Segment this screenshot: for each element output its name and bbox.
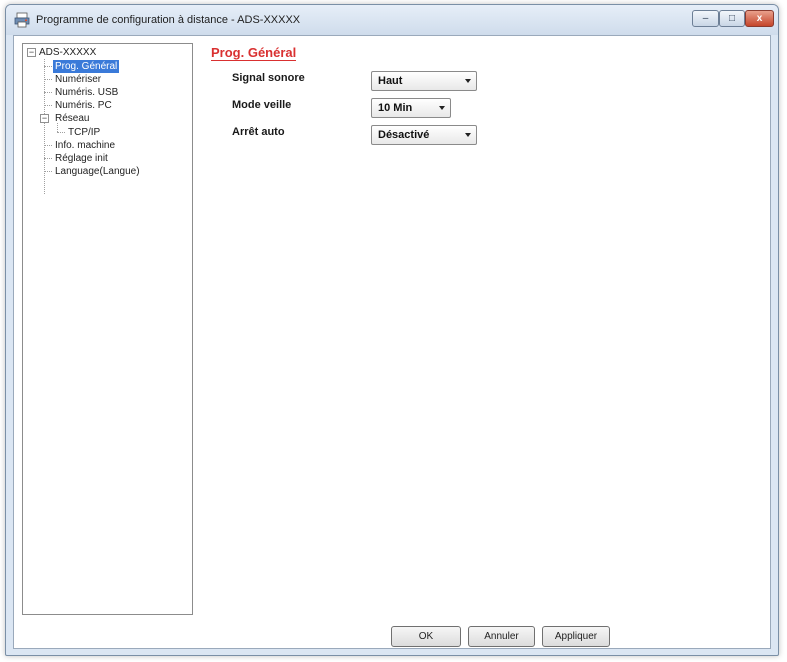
section-title: Prog. Général xyxy=(211,45,297,61)
app-window: Programme de configuration à distance - … xyxy=(5,4,779,656)
tree-item-language[interactable]: Language(Langue) xyxy=(53,165,142,178)
chevron-down-icon xyxy=(465,79,471,83)
tree-item-reseau[interactable]: Réseau xyxy=(53,112,91,125)
title-bar[interactable]: Programme de configuration à distance - … xyxy=(6,5,778,35)
tree-connector xyxy=(44,92,52,93)
navigation-tree[interactable]: − ADS-XXXXX Prog. Général Numériser Numé… xyxy=(22,43,193,615)
apply-button[interactable]: Appliquer xyxy=(542,626,610,647)
close-button[interactable]: x xyxy=(745,10,774,27)
mode-veille-label: Mode veille xyxy=(232,99,292,111)
arret-auto-select[interactable]: Désactivé xyxy=(371,125,477,145)
tree-connector xyxy=(44,105,52,106)
mode-veille-value: 10 Min xyxy=(378,102,413,114)
signal-sonore-label: Signal sonore xyxy=(232,72,305,84)
signal-sonore-select[interactable]: Haut xyxy=(371,71,477,91)
tree-connector xyxy=(44,79,52,80)
printer-icon xyxy=(14,12,30,28)
tree-connector xyxy=(44,66,52,67)
arret-auto-label: Arrêt auto xyxy=(232,126,285,138)
tree-item-info-machine[interactable]: Info. machine xyxy=(53,139,117,152)
chevron-down-icon xyxy=(439,106,445,110)
tree-connector xyxy=(57,132,65,133)
tree-connector xyxy=(44,158,52,159)
maximize-button[interactable]: □ xyxy=(719,10,745,27)
chevron-down-icon xyxy=(465,133,471,137)
collapse-root-icon[interactable]: − xyxy=(27,48,36,57)
tree-connector xyxy=(44,145,52,146)
cancel-button[interactable]: Annuler xyxy=(468,626,535,647)
tree-item-numeriser[interactable]: Numériser xyxy=(53,73,103,86)
client-area: − ADS-XXXXX Prog. Général Numériser Numé… xyxy=(13,35,771,649)
minimize-button[interactable]: – xyxy=(692,10,719,27)
mode-veille-select[interactable]: 10 Min xyxy=(371,98,451,118)
tree-item-tcp-ip[interactable]: TCP/IP xyxy=(66,126,102,139)
tree-item-prog-general[interactable]: Prog. Général xyxy=(53,60,120,73)
tree-connector xyxy=(44,171,52,172)
tree-item-numeris-usb[interactable]: Numéris. USB xyxy=(53,86,120,99)
arret-auto-value: Désactivé xyxy=(378,129,430,141)
tree-root-item[interactable]: ADS-XXXXX xyxy=(37,46,98,59)
tree-item-reglage-init[interactable]: Réglage init xyxy=(53,152,110,165)
collapse-reseau-icon[interactable]: − xyxy=(40,114,49,123)
tree-item-numeris-pc[interactable]: Numéris. PC xyxy=(53,99,114,112)
signal-sonore-value: Haut xyxy=(378,75,403,87)
ok-button[interactable]: OK xyxy=(391,626,461,647)
window-title: Programme de configuration à distance - … xyxy=(36,14,301,26)
